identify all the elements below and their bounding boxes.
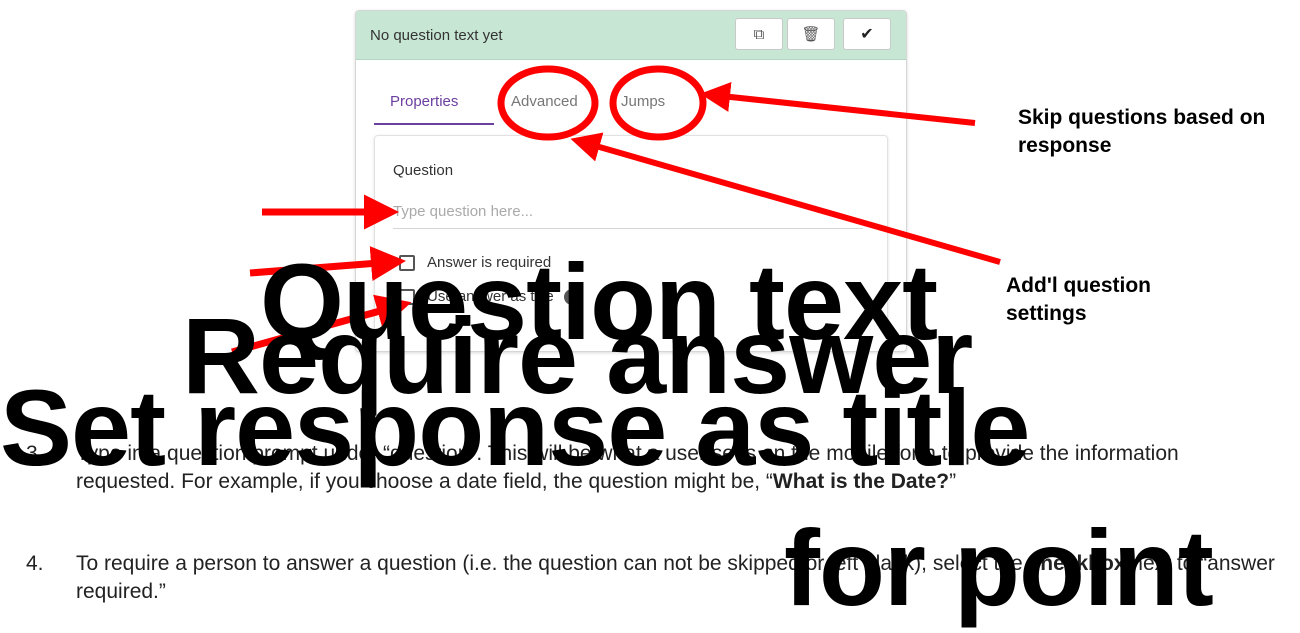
trash-icon: 🗑 <box>801 26 821 43</box>
step-4-number: 4. <box>26 552 44 575</box>
copy-button[interactable]: ⧉ <box>735 18 783 50</box>
card-header: No question text yet ⧉ 🗑 ✔ <box>356 11 906 60</box>
check-icon: ✔ <box>860 26 874 43</box>
question-label: Question <box>393 162 454 179</box>
overlay-set-response-title: Set response as title <box>0 367 1030 488</box>
active-tab-indicator <box>374 123 494 125</box>
tab-jumps[interactable]: Jumps <box>621 93 665 110</box>
overlay-for-point: for point <box>784 507 1214 628</box>
note-additional-settings: Add'l question settings <box>1006 274 1151 325</box>
tab-bar: Properties Advanced Jumps <box>374 93 874 125</box>
tab-properties[interactable]: Properties <box>390 93 458 110</box>
card-title: No question text yet <box>370 27 503 44</box>
delete-button[interactable]: 🗑 <box>787 18 835 50</box>
tab-advanced[interactable]: Advanced <box>511 93 578 110</box>
question-input[interactable] <box>393 194 863 229</box>
note-skip-questions: Skip questions based on response <box>1018 106 1266 157</box>
confirm-button[interactable]: ✔ <box>843 18 891 50</box>
copy-icon: ⧉ <box>753 25 765 43</box>
